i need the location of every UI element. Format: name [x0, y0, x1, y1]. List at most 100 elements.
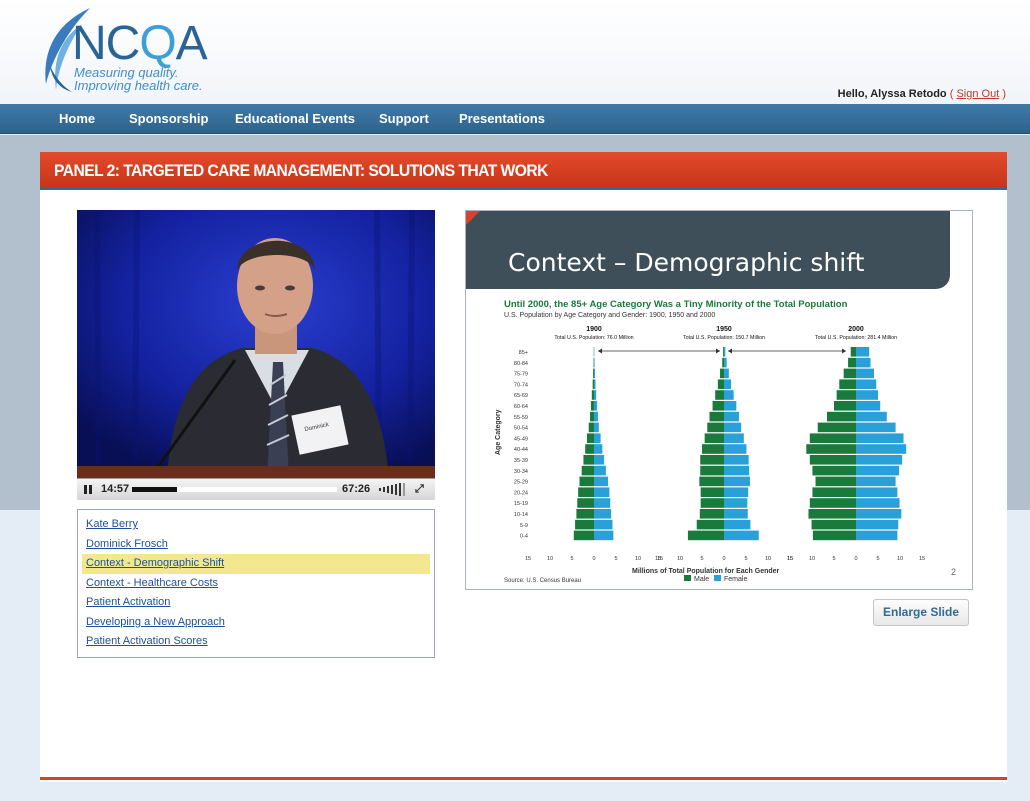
- ncqa-logo[interactable]: NCQA Measuring quality. Improving health…: [38, 6, 218, 98]
- x-tick-label: 15: [919, 556, 925, 562]
- chapter-link[interactable]: Kate Berry: [82, 515, 430, 535]
- male-bar: [809, 455, 856, 465]
- age-tick-label: 40-44: [514, 447, 528, 453]
- male-bar: [702, 444, 724, 454]
- age-tick-label: 50-54: [514, 426, 528, 432]
- x-tick-label: 0: [854, 556, 857, 562]
- male-bar: [588, 422, 594, 433]
- male-bar: [576, 509, 594, 519]
- male-bar: [590, 411, 594, 422]
- female-bar: [856, 433, 904, 443]
- male-bar: [700, 487, 724, 497]
- female-bar: [724, 519, 751, 530]
- male-bar: [591, 390, 594, 400]
- video-player[interactable]: Dominick 14:57 67:26 ⤢: [77, 210, 435, 500]
- male-bar: [811, 519, 856, 530]
- male-bar: [593, 368, 594, 379]
- male-bar: [590, 401, 594, 411]
- chapter-link[interactable]: Patient Activation: [82, 593, 430, 613]
- female-bar: [594, 433, 601, 443]
- x-tick-label: 5: [700, 556, 703, 562]
- video-controls: 14:57 67:26 ⤢: [77, 478, 435, 500]
- male-bar: [806, 444, 856, 454]
- female-bar: [594, 455, 605, 465]
- age-tick-label: 10-14: [514, 512, 528, 518]
- male-bar: [812, 487, 856, 497]
- x-tick-label: 10: [897, 556, 903, 562]
- male-bar: [843, 368, 856, 379]
- x-tick-label: 5: [614, 556, 617, 562]
- pause-icon[interactable]: [83, 483, 93, 496]
- fullscreen-icon[interactable]: ⤢: [415, 483, 429, 496]
- male-bar: [696, 519, 724, 530]
- arrow-head-icon: [842, 348, 846, 354]
- legend-female-swatch: [714, 575, 721, 581]
- age-tick-label: 85+: [519, 350, 528, 356]
- female-bar: [724, 401, 737, 411]
- male-bar: [586, 433, 594, 443]
- female-bar: [724, 476, 750, 487]
- age-tick-label: 65-69: [514, 393, 528, 399]
- female-bar: [856, 368, 875, 379]
- chapter-link[interactable]: Context - Demographic Shift: [82, 554, 430, 574]
- female-bar: [856, 401, 881, 411]
- x-tick-label: 15: [525, 556, 531, 562]
- male-bar: [836, 390, 856, 400]
- female-bar: [594, 368, 595, 379]
- female-bar: [856, 357, 871, 368]
- chapter-link[interactable]: Context - Healthcare Costs: [82, 574, 430, 594]
- chapter-link[interactable]: Developing a New Approach: [82, 613, 430, 633]
- female-bar: [724, 368, 729, 379]
- x-tick-label: 0: [592, 556, 595, 562]
- male-bar: [575, 519, 594, 530]
- x-tick-label: 10: [765, 556, 771, 562]
- male-bar: [709, 411, 724, 422]
- nav-educational-events[interactable]: Educational Events: [235, 104, 355, 134]
- female-bar: [594, 530, 614, 541]
- male-bar: [581, 465, 594, 476]
- x-tick-label: 0: [722, 556, 725, 562]
- x-tick-label: 10: [547, 556, 553, 562]
- volume-icon[interactable]: [379, 483, 409, 496]
- female-bar: [856, 519, 899, 530]
- enlarge-slide-button[interactable]: Enlarge Slide: [873, 599, 969, 626]
- male-bar: [839, 379, 856, 389]
- video-scrubber[interactable]: [132, 487, 337, 492]
- x-tick-label: 5: [744, 556, 747, 562]
- female-bar: [724, 487, 749, 497]
- female-bar: [856, 530, 898, 541]
- chapter-link[interactable]: Patient Activation Scores: [82, 632, 430, 652]
- male-bar: [707, 422, 724, 433]
- male-bar: [722, 357, 724, 368]
- nav-home[interactable]: Home: [59, 104, 95, 134]
- female-bar: [856, 465, 900, 476]
- female-bar: [594, 444, 603, 454]
- age-tick-label: 0-4: [520, 534, 528, 540]
- logo-tagline: Measuring quality. Improving health care…: [74, 65, 203, 93]
- female-bar: [856, 422, 896, 433]
- female-bar: [856, 411, 887, 422]
- video-frame[interactable]: Dominick: [77, 210, 435, 478]
- nav-sponsorship[interactable]: Sponsorship: [129, 104, 208, 134]
- male-bar: [700, 498, 724, 508]
- female-bar: [724, 433, 744, 443]
- female-bar: [856, 455, 903, 465]
- age-tick-label: 75-79: [514, 372, 528, 378]
- arrow-head-icon: [598, 348, 602, 354]
- male-bar: [704, 433, 724, 443]
- sign-out-link[interactable]: Sign Out: [956, 88, 999, 100]
- male-bar: [592, 379, 594, 389]
- age-tick-label: 80-84: [514, 361, 528, 367]
- nav-presentations[interactable]: Presentations: [459, 104, 545, 134]
- pyramid-year: 1950: [716, 326, 732, 333]
- male-bar: [585, 444, 594, 454]
- male-bar: [699, 509, 724, 519]
- chart-x-label: Millions of Total Population for Each Ge…: [632, 568, 780, 575]
- pyramid-population-label: Total U.S. Population: 150.7 Million: [683, 335, 765, 341]
- nav-support[interactable]: Support: [379, 104, 429, 134]
- male-bar: [817, 422, 856, 433]
- male-bar: [717, 379, 724, 389]
- chart-y-label: Age Category: [495, 409, 502, 455]
- chapter-link[interactable]: Dominick Frosch: [82, 535, 430, 555]
- female-bar: [594, 379, 596, 389]
